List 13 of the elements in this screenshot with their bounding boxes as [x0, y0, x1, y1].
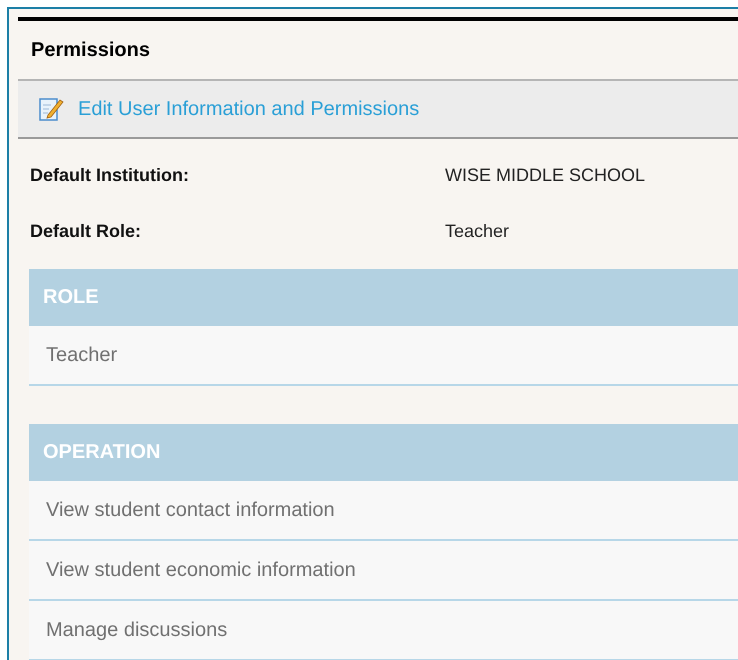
column-heading: OPERATION: [43, 441, 160, 464]
table-cell: View student contact information: [46, 498, 335, 522]
edit-icon: [38, 96, 64, 122]
column-heading: ROLE: [43, 286, 99, 309]
field-value: Teacher: [445, 220, 510, 242]
table-cell: Manage discussions: [46, 618, 228, 642]
edit-link[interactable]: Edit User Information and Permissions: [78, 98, 420, 120]
field-label: Default Institution:: [30, 164, 190, 186]
table-cell: Teacher: [46, 344, 118, 366]
panel-title: Permissions: [31, 38, 150, 62]
field-value: WISE MIDDLE SCHOOL: [445, 164, 646, 186]
table-cell: View student economic information: [46, 558, 356, 582]
field-label: Default Role:: [30, 220, 142, 242]
